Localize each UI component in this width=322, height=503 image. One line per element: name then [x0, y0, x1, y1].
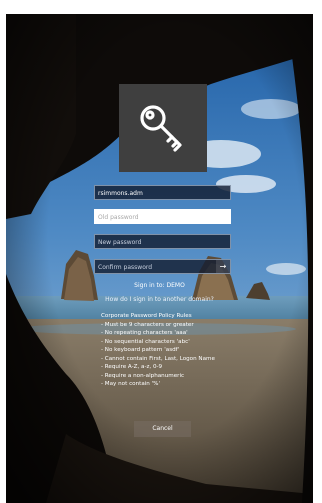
confirm-password-placeholder: Confirm password	[98, 264, 153, 271]
policy-rule: - May not contain '%'	[101, 381, 161, 387]
old-password-field[interactable]: Old password	[94, 209, 231, 224]
cancel-button[interactable]: Cancel	[134, 421, 191, 437]
policy-rule: - Require a non-alphanumeric	[101, 372, 185, 379]
lock-screen: rsimmons.adm Old password New password C…	[6, 14, 313, 503]
policy-rule: - No repeating characters 'aaa'	[101, 330, 188, 336]
policy-rule: - No sequential characters 'abc'	[101, 338, 190, 345]
policy-rule: - Require A-Z, a-z, 0-9	[101, 364, 163, 370]
arrow-right-icon: →	[219, 262, 227, 271]
policy-title: Corporate Password Policy Rules	[101, 313, 192, 319]
other-domain-link[interactable]: How do I sign in to another domain?	[105, 296, 214, 303]
account-tile	[119, 84, 207, 172]
key-icon	[140, 105, 182, 152]
username-field[interactable]: rsimmons.adm	[94, 185, 231, 200]
old-password-placeholder: Old password	[98, 214, 139, 221]
username-value: rsimmons.adm	[98, 190, 143, 197]
policy-rule: - No keyboard pattern 'asdf'	[101, 347, 180, 353]
confirm-password-field[interactable]: Confirm password →	[94, 259, 231, 274]
policy-rule: - Must be 9 characters or greater	[101, 321, 194, 328]
other-domain-container: How do I sign in to another domain?	[6, 296, 313, 303]
policy-rule: - Cannot contain First, Last, Logon Name	[101, 355, 215, 362]
new-password-placeholder: New password	[98, 239, 142, 246]
new-password-field[interactable]: New password	[94, 234, 231, 249]
sign-in-to-label: Sign in to: DEMO	[134, 282, 185, 289]
submit-button[interactable]: →	[216, 260, 230, 273]
password-policy: Corporate Password Policy Rules - Must b…	[101, 312, 241, 389]
